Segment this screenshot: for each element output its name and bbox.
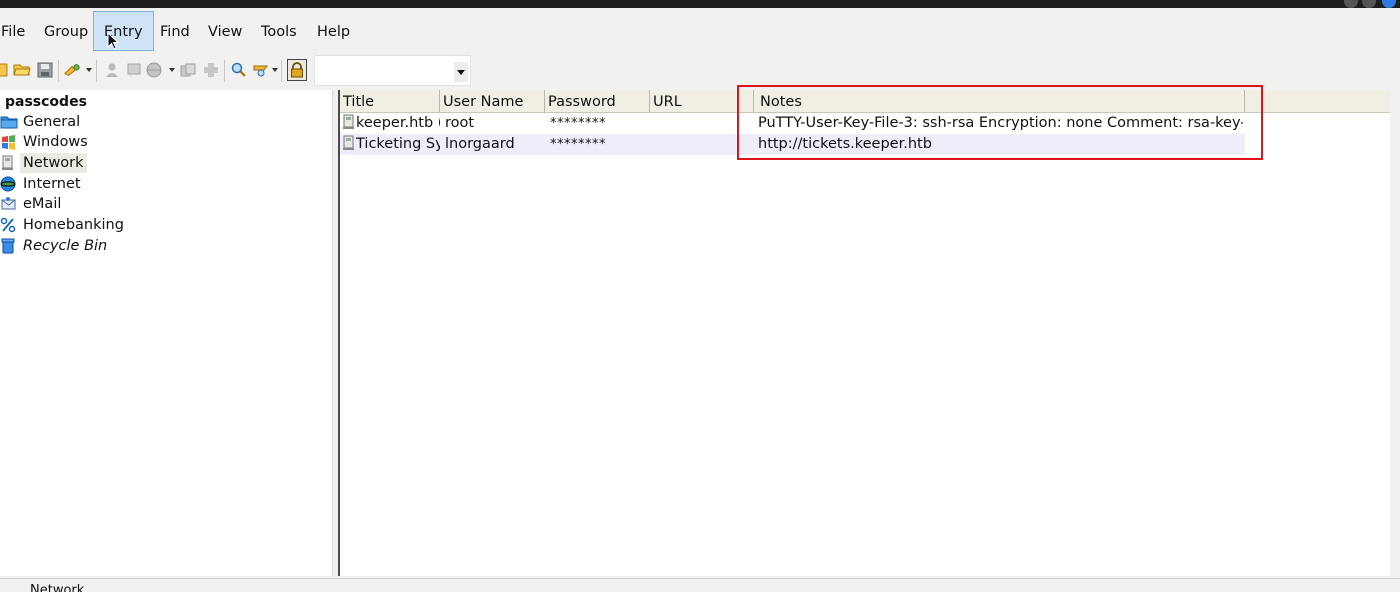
delete-entry-icon[interactable]: [125, 59, 143, 81]
toolbar-separator: [224, 60, 225, 82]
entry-list: Title User Name Password URL Notes keepe…: [338, 90, 1392, 576]
window-maximize-icon[interactable]: [1362, 0, 1376, 8]
tree-item-network[interactable]: Network: [0, 153, 87, 173]
copy-username-dropdown-icon[interactable]: [169, 68, 175, 72]
toolbar: [0, 54, 1400, 88]
column-header-url[interactable]: URL: [650, 90, 754, 113]
entry-password: ********: [550, 137, 606, 152]
copy-password-icon[interactable]: [179, 59, 197, 81]
tree-item-label: General: [23, 114, 81, 130]
add-entry-dropdown-icon[interactable]: [86, 68, 92, 72]
entry-title: keeper.htb (Ti: [356, 115, 440, 131]
entry-row[interactable]: Ticketing Syst lnorgaard ******** http:/…: [340, 134, 1245, 155]
recycle-bin-icon: [0, 237, 20, 255]
column-header-title[interactable]: Title: [340, 90, 440, 113]
globe-icon: [0, 175, 20, 193]
save-icon[interactable]: [36, 59, 54, 81]
entry-row[interactable]: keeper.htb (Ti root ******** PuTTY-User-…: [340, 113, 1245, 134]
network-icon: [0, 154, 20, 172]
tree-item-email[interactable]: eMail: [0, 194, 64, 214]
copy-username-icon[interactable]: [146, 59, 164, 81]
lock-workspace-icon[interactable]: [287, 59, 307, 81]
menu-entry[interactable]: Entry: [93, 11, 154, 51]
tree-item-label: Windows: [23, 134, 88, 150]
tree-item-internet[interactable]: Internet: [0, 174, 84, 194]
menu-tools[interactable]: Tools: [250, 11, 308, 51]
entry-url: [654, 113, 754, 134]
menu-file[interactable]: File: [0, 11, 36, 51]
find-icon[interactable]: [230, 59, 248, 81]
email-icon: [0, 195, 20, 213]
toolbar-separator: [58, 60, 59, 82]
window-close-icon[interactable]: [1382, 0, 1396, 8]
menu-group[interactable]: Group: [33, 11, 99, 51]
toolbar-separator: [281, 60, 282, 82]
quick-find-dropdown-icon[interactable]: [454, 62, 468, 82]
column-header-password[interactable]: Password: [545, 90, 650, 113]
tree-item-label: Recycle Bin: [23, 238, 108, 254]
find-options-dropdown-icon[interactable]: [272, 68, 278, 72]
menu-view[interactable]: View: [197, 11, 253, 51]
entry-url: [654, 134, 754, 155]
keepass-window: File Group Entry Find View Tools Help pa…: [0, 8, 1400, 592]
tree-item-label: eMail: [23, 196, 62, 212]
entry-title: Ticketing Syst: [356, 136, 440, 152]
entry-password: ********: [550, 116, 606, 131]
add-entry-icon[interactable]: [63, 59, 81, 81]
entry-list-header: Title User Name Password URL Notes: [340, 90, 1392, 113]
entry-username: lnorgaard: [445, 136, 515, 152]
percent-icon: [0, 216, 20, 234]
tree-root-passcodes[interactable]: passcodes: [5, 94, 87, 110]
mouse-cursor-icon: [107, 32, 120, 50]
entry-username: root: [445, 115, 475, 131]
column-header-username[interactable]: User Name: [440, 90, 545, 113]
menu-help[interactable]: Help: [306, 11, 361, 51]
right-border: [1390, 90, 1400, 576]
edit-entry-icon[interactable]: [103, 59, 121, 81]
group-tree: passcodes General Windows Network Intern…: [0, 90, 332, 576]
menubar: File Group Entry Find View Tools Help: [0, 8, 1400, 52]
quick-find-combobox[interactable]: [314, 55, 471, 86]
tree-item-general[interactable]: General: [0, 112, 83, 132]
entry-notes: http://tickets.keeper.htb: [758, 136, 932, 152]
toolbar-separator: [96, 60, 97, 82]
status-group-name: Network: [30, 583, 85, 592]
tree-item-windows[interactable]: Windows: [0, 132, 91, 152]
quick-find-input[interactable]: [317, 58, 453, 83]
column-header-notes[interactable]: Notes: [754, 90, 1245, 113]
open-url-icon[interactable]: [202, 59, 220, 81]
window-minimize-icon[interactable]: [1344, 0, 1358, 8]
menu-find[interactable]: Find: [149, 11, 201, 51]
tree-item-label: Homebanking: [23, 217, 124, 233]
open-database-icon[interactable]: [13, 59, 31, 81]
tree-item-recycle-bin[interactable]: Recycle Bin: [0, 236, 110, 256]
entry-notes: PuTTY-User-Key-File-3: ssh-rsa Encryptio…: [758, 115, 1243, 131]
find-options-icon[interactable]: [253, 59, 271, 81]
new-database-icon[interactable]: [0, 59, 12, 81]
network-icon: [343, 114, 354, 129]
folder-icon: [0, 113, 20, 131]
network-icon: [343, 135, 354, 150]
windows-icon: [0, 133, 20, 151]
window-titlebar: [0, 0, 1400, 8]
tree-item-label: Network: [20, 153, 87, 173]
statusbar: Network: [0, 578, 1400, 592]
tree-item-label: Internet: [23, 176, 81, 192]
tree-item-homebanking[interactable]: Homebanking: [0, 215, 127, 235]
